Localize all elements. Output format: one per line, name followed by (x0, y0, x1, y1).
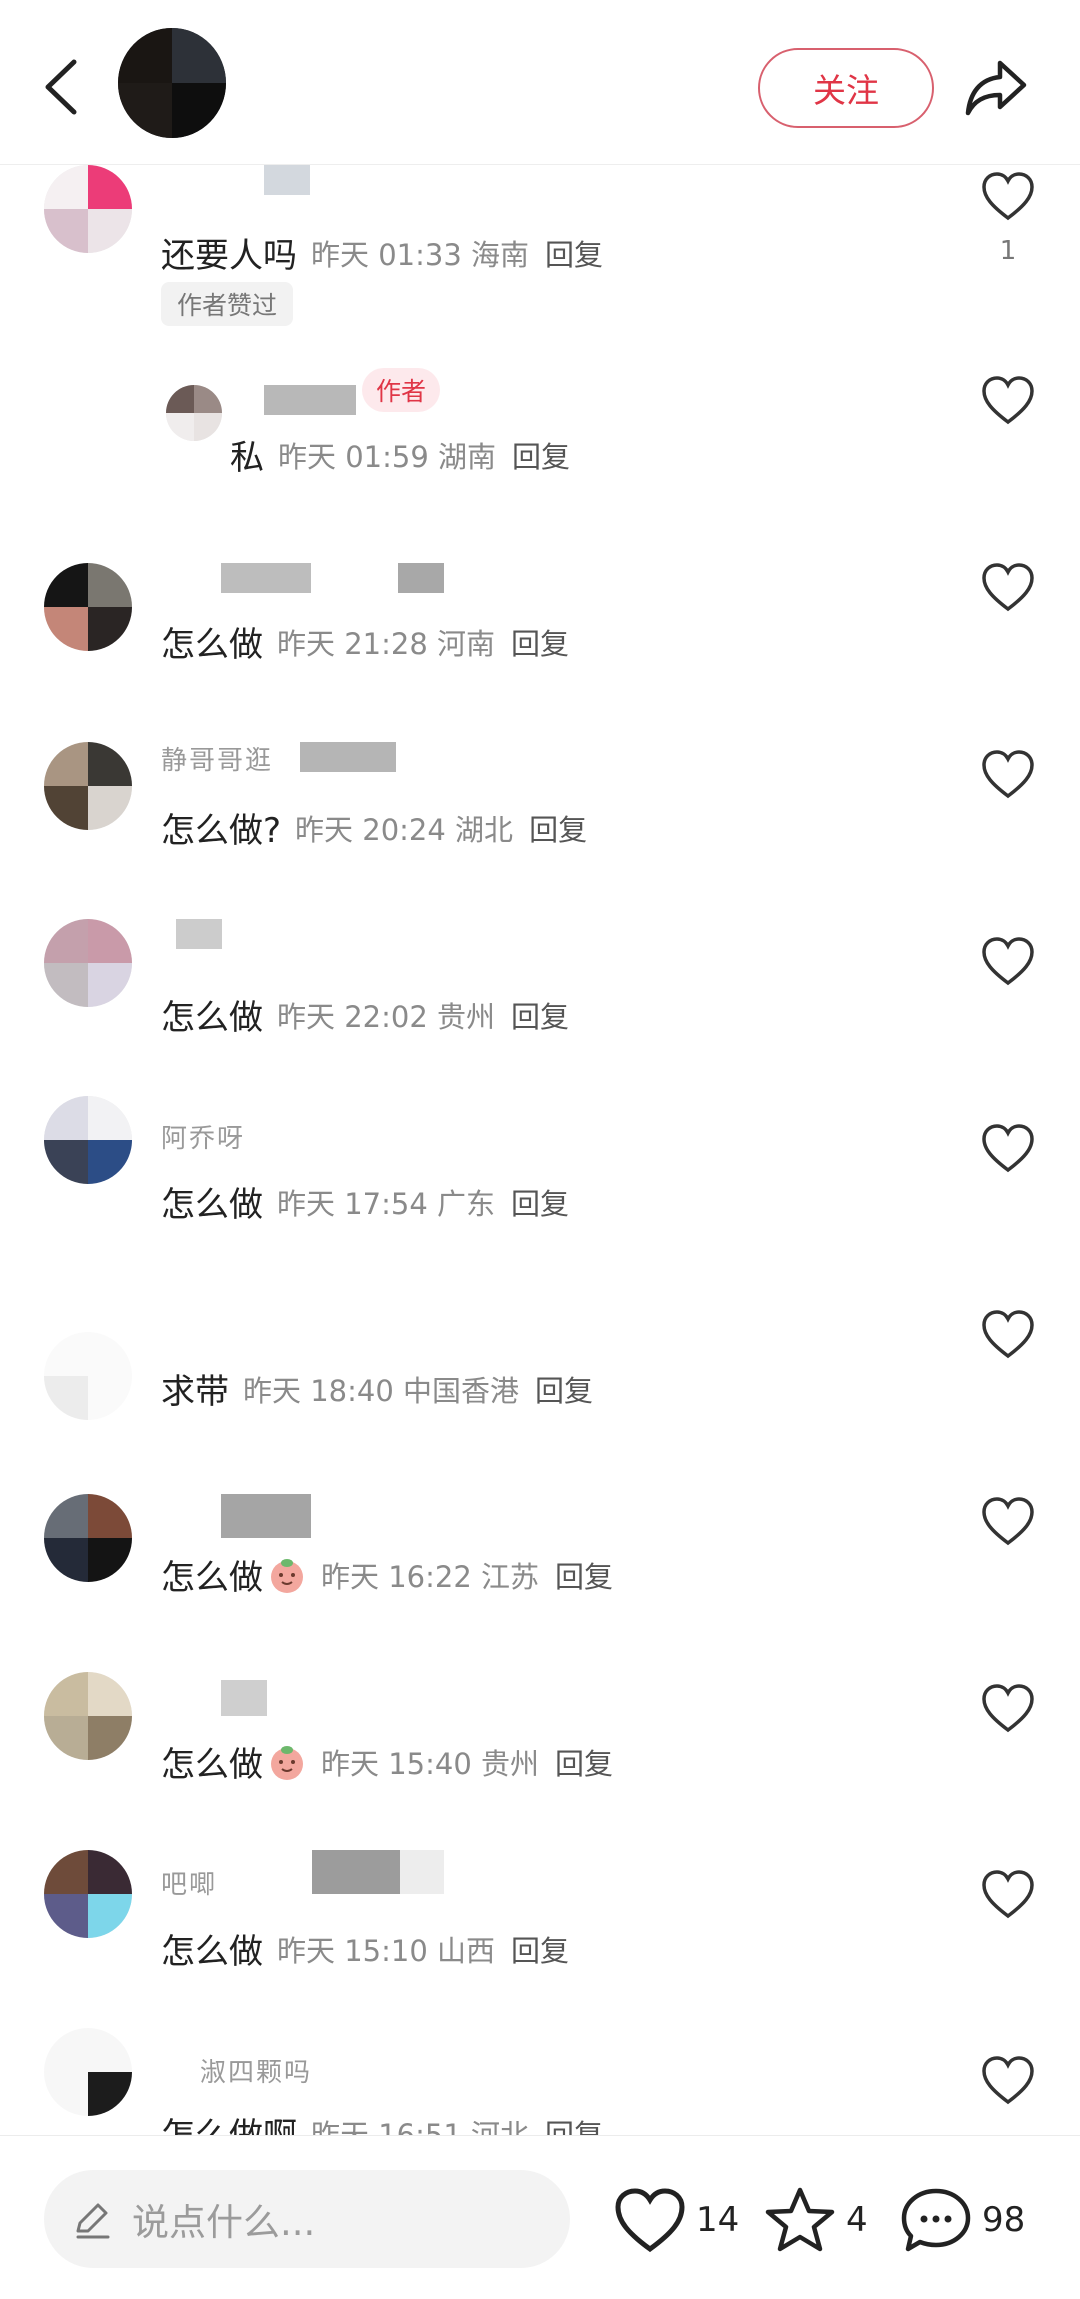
star-icon (765, 2187, 835, 2252)
comment-text: 怎么做 (161, 998, 263, 1038)
reply-button[interactable]: 回复 (511, 1928, 569, 1970)
heart-icon[interactable] (980, 561, 1036, 613)
username-partial: 阿乔呀 (161, 1124, 246, 1154)
avatar[interactable] (44, 1096, 132, 1184)
reply-button[interactable]: 回复 (535, 1368, 593, 1410)
reply-button[interactable]: 回复 (555, 1741, 613, 1783)
username-blurred (300, 742, 396, 772)
username-blurred (264, 165, 310, 195)
comment-text: 怎么做 (161, 1558, 263, 1598)
avatar[interactable] (44, 742, 132, 830)
comment-text: 怎么做 (161, 1745, 263, 1785)
comment-meta: 昨天 17:54 广东 (277, 1186, 496, 1221)
comment-line: 怎么做 昨天 21:28 河南 回复 (161, 617, 569, 666)
comment-text: 怎么做 (161, 625, 263, 665)
avatar[interactable] (44, 2028, 132, 2116)
username-blurred (312, 1850, 400, 1894)
heart-icon[interactable] (980, 1868, 1036, 1920)
comment-meta: 昨天 15:40 贵州 (321, 1746, 540, 1781)
avatar[interactable] (166, 385, 222, 441)
comment-meta: 昨天 22:02 贵州 (277, 999, 496, 1034)
heart-icon[interactable] (980, 374, 1036, 426)
avatar[interactable] (44, 165, 132, 253)
comment-line: 私 昨天 01:59 湖南 回复 (230, 430, 570, 479)
username-blurred (176, 919, 222, 949)
reply-button[interactable]: 回复 (529, 807, 587, 849)
reply-button[interactable]: 回复 (555, 1554, 613, 1596)
author-tag: 作者 (362, 368, 441, 412)
comment-line: 怎么做 昨天 16:22 江苏 回复 (161, 1550, 613, 1599)
like-stat[interactable]: 14 (612, 2184, 739, 2256)
avatar[interactable] (44, 919, 132, 1007)
comment-meta: 昨天 16:22 江苏 (321, 1559, 540, 1594)
heart-icon[interactable] (980, 170, 1036, 222)
comment-stat[interactable]: 98 (898, 2184, 1025, 2256)
peach-emoji (271, 1745, 303, 1780)
comment-line: 怎么做 昨天 22:02 贵州 回复 (161, 990, 569, 1039)
avatar[interactable] (44, 1850, 132, 1938)
top-bar: 关注 (0, 0, 1080, 165)
comment-count: 98 (982, 2200, 1026, 2240)
username-blurred (264, 385, 356, 415)
comment-line: 求带 昨天 18:40 中国香港 回复 (161, 1364, 593, 1413)
comment-text: 怎么做 (161, 1185, 263, 1225)
heart-icon (615, 2188, 685, 2253)
comment-meta: 昨天 01:33 海南 (311, 237, 530, 272)
pencil-icon (76, 2203, 110, 2239)
reply-button[interactable]: 回复 (511, 621, 569, 663)
heart-icon[interactable] (980, 748, 1036, 800)
username-partial: 吧唧 (161, 1870, 218, 1900)
comment-line: 怎么做? 昨天 20:24 湖北 回复 (161, 803, 587, 852)
username-blurred (400, 1850, 444, 1894)
comment-text: 私 (230, 438, 264, 478)
reply-button[interactable]: 回复 (511, 1181, 569, 1223)
comment-meta: 昨天 21:28 河南 (277, 626, 496, 661)
comment-meta: 昨天 20:24 湖北 (295, 812, 514, 847)
like-count: 14 (696, 2200, 740, 2240)
heart-icon[interactable] (980, 2054, 1036, 2106)
heart-icon[interactable] (980, 1682, 1036, 1734)
comment-line: 还要人吗 昨天 01:33 海南 回复 (161, 228, 603, 277)
heart-icon[interactable] (980, 1308, 1036, 1360)
username-blurred (221, 563, 311, 593)
favorite-stat[interactable]: 4 (762, 2184, 868, 2256)
follow-button[interactable]: 关注 (758, 48, 934, 128)
comment-line: 怎么做 昨天 15:40 贵州 回复 (161, 1737, 613, 1786)
reply-button[interactable]: 回复 (545, 232, 603, 274)
author-avatar[interactable] (118, 28, 226, 138)
avatar[interactable] (44, 1494, 132, 1582)
username-partial: 静哥哥逛 (161, 746, 274, 776)
comment-meta: 昨天 18:40 中国香港 (243, 1373, 520, 1408)
input-placeholder: 说点什么... (132, 2201, 316, 2244)
author-liked-badge: 作者赞过 (161, 282, 294, 326)
heart-icon[interactable] (980, 935, 1036, 987)
peach-emoji (271, 1558, 303, 1593)
heart-icon[interactable] (980, 1122, 1036, 1174)
comment-text: 还要人吗 (161, 236, 297, 276)
comment-line: 怎么做 昨天 15:10 山西 回复 (161, 1924, 569, 1973)
share-icon[interactable] (962, 55, 1030, 121)
comment-text: 怎么做? (161, 811, 282, 851)
comment-line: 怎么做 昨天 17:54 广东 回复 (161, 1177, 569, 1226)
avatar[interactable] (44, 563, 132, 651)
comment-icon (901, 2188, 971, 2252)
comment-text: 求带 (161, 1372, 229, 1412)
back-icon[interactable] (34, 52, 94, 122)
reply-button[interactable]: 回复 (512, 434, 570, 476)
username-blurred (221, 1494, 311, 1538)
comment-input[interactable]: 说点什么... (44, 2170, 570, 2268)
like-count: 1 (999, 236, 1017, 266)
heart-icon[interactable] (980, 1495, 1036, 1547)
comment-meta: 昨天 01:59 湖南 (278, 439, 497, 474)
reply-button[interactable]: 回复 (511, 994, 569, 1036)
username-blurred (398, 563, 444, 593)
comment-meta: 昨天 15:10 山西 (277, 1933, 496, 1968)
avatar[interactable] (44, 1332, 132, 1420)
username-blurred (221, 1680, 267, 1716)
favorite-count: 4 (846, 2200, 868, 2240)
avatar[interactable] (44, 1672, 132, 1760)
bottom-bar: 说点什么... 14 4 98 (0, 2135, 1080, 2299)
username-partial: 淑四颗吗 (200, 2058, 313, 2088)
comment-text: 怎么做 (161, 1932, 263, 1972)
